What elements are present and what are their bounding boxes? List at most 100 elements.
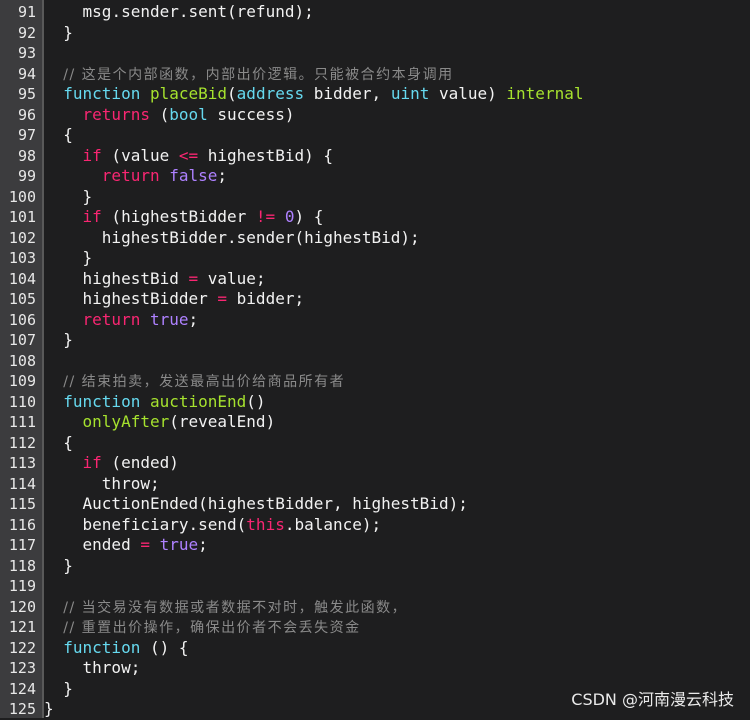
code-token: (ended) [101, 453, 179, 472]
code-token: } [44, 678, 73, 698]
code-token: bidder, [304, 84, 391, 103]
line-number: 109 [8, 372, 36, 390]
code-line[interactable]: 103 } [0, 248, 750, 269]
code-line[interactable]: 100 } [0, 187, 750, 208]
code-line[interactable]: 105 highestBidder = bidder; [0, 289, 750, 310]
line-number: 92 [17, 23, 36, 42]
code-text: return true; [44, 309, 199, 331]
code-line[interactable]: 104 highestBid = value; [0, 269, 750, 290]
code-line[interactable]: 116 beneficiary.send(this.balance); [0, 515, 750, 536]
code-token: success) [207, 104, 295, 124]
code-text: returns (bool success) [44, 104, 295, 126]
code-token: auctionEnd [149, 391, 247, 411]
code-line[interactable]: 107 } [0, 330, 750, 351]
code-text: } [44, 556, 73, 577]
code-line[interactable]: 110 function auctionEnd() [0, 392, 750, 413]
code-token: .sender.sent(refund); [111, 2, 314, 21]
code-token: // 结束拍卖，发送最高出价给商品所有者 [63, 374, 346, 390]
code-line[interactable]: 119 [0, 576, 750, 597]
code-text: } [44, 330, 73, 351]
code-line[interactable]: 91 msg.sender.sent(refund); [0, 2, 750, 23]
code-token: placeBid [149, 84, 228, 103]
code-line[interactable]: 97 { [0, 125, 750, 146]
code-line[interactable]: 95 function placeBid(address bidder, uin… [0, 84, 750, 105]
code-token: = [188, 268, 199, 288]
line-number: 118 [8, 556, 36, 575]
code-text: function auctionEnd() [44, 391, 265, 413]
line-number: 124 [8, 679, 36, 698]
code-token: return [101, 166, 160, 185]
code-line[interactable]: 117 ended = true; [0, 535, 750, 556]
code-token: <= [178, 145, 199, 165]
code-line[interactable]: 99 return false; [0, 166, 750, 187]
code-line[interactable]: 96 returns (bool success) [0, 105, 750, 126]
code-text: function () { [44, 637, 188, 659]
code-token: = [140, 535, 150, 554]
line-number: 122 [8, 638, 36, 657]
code-token: function [63, 637, 141, 657]
code-line[interactable]: 123 throw; [0, 658, 750, 679]
code-editor[interactable]: 91 msg.sender.sent(refund); 92 } 93 94 // 这… [0, 0, 750, 718]
code-token: true [149, 309, 189, 329]
line-number: 104 [8, 269, 36, 288]
code-line[interactable]: 109 // 结束拍卖，发送最高出价给商品所有者 [0, 371, 750, 392]
code-token: highestBid [44, 268, 189, 288]
code-line[interactable]: 93 [0, 43, 750, 64]
code-line[interactable]: 101 if (highestBidder != 0) { [0, 207, 750, 228]
code-token: != [255, 207, 276, 226]
code-text: if (ended) [44, 453, 179, 474]
line-number: 101 [8, 208, 36, 226]
code-line[interactable]: 112 { [0, 433, 750, 454]
code-token: function [63, 84, 141, 103]
line-number: 95 [17, 85, 36, 103]
code-token: // 当交易没有数据或者数据不对时，触发此函数， [63, 599, 408, 616]
code-token: AuctionEnded(highestBidder, highestBid); [44, 494, 468, 513]
code-line[interactable]: 122 function () { [0, 638, 750, 659]
code-text: highestBidder = bidder; [44, 289, 305, 310]
code-line[interactable]: 114 throw; [0, 474, 750, 495]
code-line[interactable]: 92 } [0, 23, 750, 44]
code-text: AuctionEnded(highestBidder, highestBid); [44, 494, 468, 515]
code-line[interactable]: 111 onlyAfter(revealEnd) [0, 412, 750, 433]
code-text: highestBid = value; [44, 269, 266, 290]
line-number: 94 [17, 64, 36, 83]
code-token: if [82, 453, 102, 472]
code-line[interactable]: 118 } [0, 556, 750, 577]
code-token: (highestBidder [101, 207, 256, 226]
code-token: (value [101, 145, 179, 165]
code-line[interactable]: 98 if (value <= highestBid) { [0, 146, 750, 167]
code-line[interactable]: 121 // 重置出价操作，确保出价者不会丢失资金 [0, 617, 750, 638]
code-token: ended [44, 535, 141, 554]
code-token: uint [390, 84, 430, 103]
code-text: // 重置出价操作，确保出价者不会丢失资金 [44, 617, 361, 639]
code-text: return false; [44, 166, 227, 187]
line-number: 111 [8, 413, 36, 431]
code-token: function [63, 391, 141, 411]
code-line[interactable]: 120 // 当交易没有数据或者数据不对时，触发此函数， [0, 597, 750, 618]
line-number: 114 [8, 474, 36, 493]
code-line[interactable]: 94 // 这是个内部函数，内部出价逻辑。只能被合约本身调用 [0, 64, 750, 85]
code-text: ended = true; [44, 535, 208, 556]
code-line[interactable]: 102 highestBidder.sender(highestBid); [0, 228, 750, 249]
line-number: 97 [17, 126, 36, 144]
code-token: beneficiary.send( [44, 514, 247, 534]
code-line[interactable]: 113 if (ended) [0, 453, 750, 474]
line-number: 91 [17, 3, 36, 21]
code-token: return [82, 309, 141, 329]
line-number: 108 [8, 351, 36, 370]
code-line[interactable]: 108 [0, 351, 750, 372]
code-line[interactable]: 115 AuctionEnded(highestBidder, highestB… [0, 494, 750, 515]
code-token: = [217, 289, 228, 308]
code-line[interactable]: 106 return true; [0, 310, 750, 331]
line-number: 98 [17, 146, 36, 165]
line-number: 96 [17, 105, 36, 124]
code-text: throw; [44, 658, 141, 679]
code-text: if (highestBidder != 0) { [44, 207, 324, 228]
line-number: 121 [8, 618, 36, 636]
